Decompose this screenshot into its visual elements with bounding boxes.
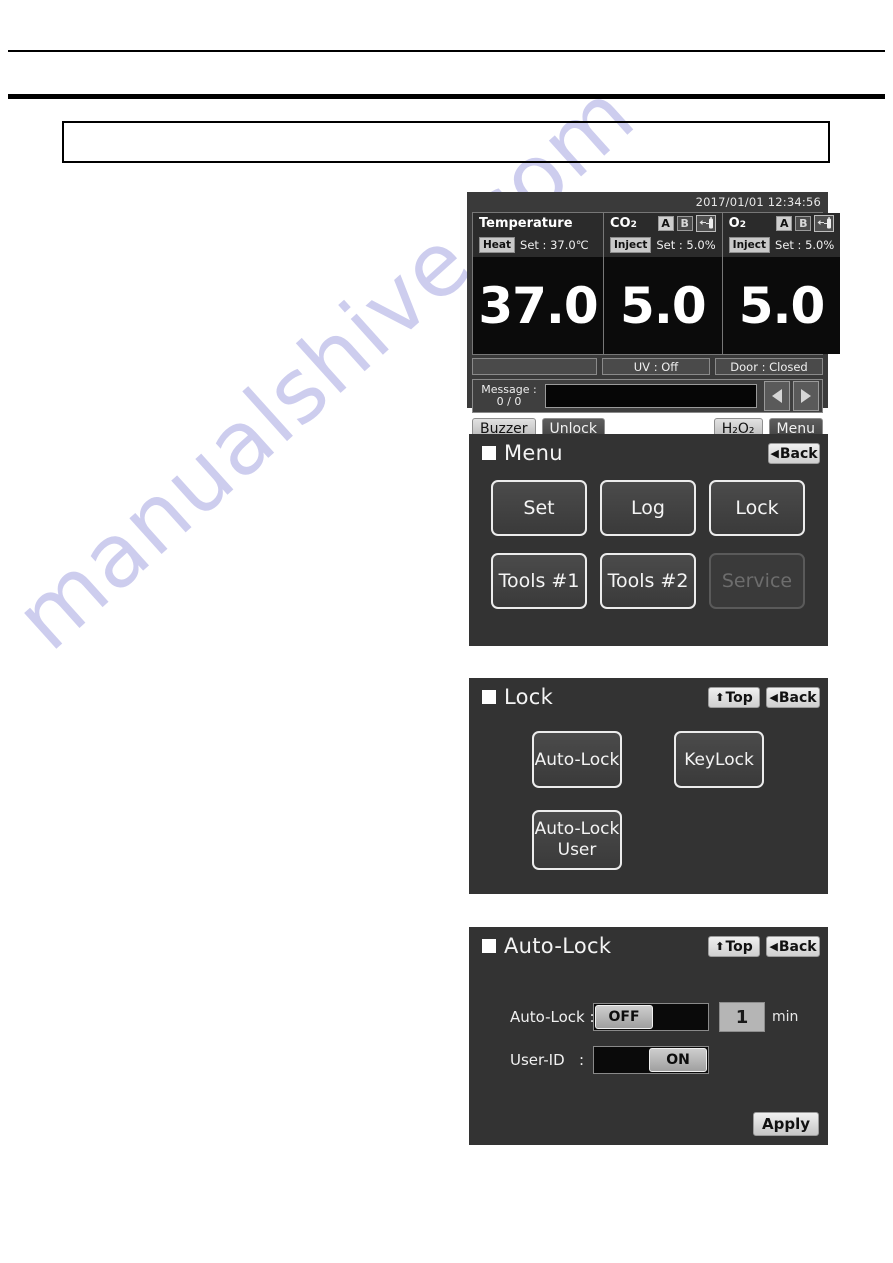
o2-name: O2 [728,216,746,231]
autolock-top-button[interactable]: ⬆ Top [708,936,760,957]
caret-right-icon [801,389,811,403]
readout-co2[interactable]: CO2 A B Inject Set: 5.0% 5.0 [604,213,723,354]
autolock-header: Auto-Lock ⬆ Top ◀ Back [469,927,828,965]
userid-toggle-knob[interactable]: ON [649,1048,707,1072]
co2-ab-group[interactable]: A B [657,215,716,232]
message-label-block: Message : 0 / 0 [473,384,545,408]
lock-back-button[interactable]: ◀ Back [766,687,820,708]
menu-item-set[interactable]: Set [491,480,587,536]
autolock-back-button[interactable]: ◀ Back [766,936,820,957]
autolock-toggle-knob[interactable]: OFF [595,1005,653,1029]
readout-temperature[interactable]: Temperature Heat Set : 37.0℃ 37.0 [473,213,604,354]
o2-value: 5.0 [738,276,826,335]
message-prev-button[interactable] [764,381,790,411]
menu-item-tools-2[interactable]: Tools #2 [600,553,696,609]
autolock-title-square-icon [482,939,496,953]
menu-header: Menu ◀ Back [469,434,828,472]
temperature-name: Temperature [479,216,573,231]
autolock-minutes-field[interactable]: 1 [719,1002,765,1032]
caret-left-icon: ◀ [770,447,779,460]
menu-title: Menu [504,441,563,465]
menu-back-button[interactable]: ◀ Back [768,443,820,464]
co2-cylinder-b-button[interactable]: B [676,216,693,231]
datetime-label: 2017/01/01 12:34:56 [695,195,821,209]
lock-item-auto-lock-user[interactable]: Auto-Lock User [532,810,622,870]
o2-gas-cylinder-switch-icon[interactable] [814,215,835,232]
autolock-minutes-unit: min [772,1009,799,1025]
message-count: 0 / 0 [496,395,522,408]
menu-item-service: Service [709,553,805,609]
section-title-box [62,121,830,163]
co2-value-area: 5.0 [604,257,722,354]
menu-item-log[interactable]: Log [600,480,696,536]
temperature-setpoint: Set : 37.0℃ [520,238,589,252]
autolock-toggle[interactable]: OFF [593,1003,709,1031]
autolock-screen-panel: Auto-Lock ⬆ Top ◀ Back Auto-Lock : OFF 1 m… [469,927,828,1145]
co2-header: CO2 A B Inject Set: 5.0% [604,213,722,257]
lock-title-square-icon [482,690,496,704]
menu-item-tools-1[interactable]: Tools #1 [491,553,587,609]
section-title-text [64,123,828,143]
status-cell-uv: UV : Off [602,358,710,375]
co2-setpoint: Set : 5.0% [656,238,716,252]
menu-screen-panel: Menu ◀ Back Set Log Lock Tools #1 Tools #… [469,434,828,646]
message-nav-buttons [761,381,819,411]
o2-header: O2 A B Inject Set: 5.0% [722,213,841,257]
userid-field-label: User-ID [510,1051,565,1069]
co2-mode-chip: Inject [610,237,652,253]
lock-item-auto-lock[interactable]: Auto-Lock [532,731,622,788]
message-next-button[interactable] [793,381,819,411]
status-cell-door: Door : Closed [715,358,823,375]
userid-field-separator: : [579,1051,585,1069]
auto-lock-user-line2: User [557,840,597,860]
status-screen-panel: 2017/01/01 12:34:56 Temperature Heat Set… [467,192,841,440]
readout-o2[interactable]: O2 A B Inject Set: 5.0% 5.0 [722,213,841,354]
lock-title: Lock [504,685,554,709]
o2-value-area: 5.0 [722,257,841,354]
menu-title-square-icon [482,446,496,460]
status-titlebar: 2017/01/01 12:34:56 [467,192,828,212]
temperature-value-area: 37.0 [473,257,603,354]
userid-toggle[interactable]: ON [593,1046,709,1074]
temperature-header: Temperature Heat Set : 37.0℃ [473,213,603,257]
o2-mode-chip: Inject [728,237,771,253]
co2-value: 5.0 [620,276,707,335]
status-cell-blank [472,358,597,375]
co2-name: CO2 [610,216,637,231]
auto-lock-user-line1: Auto-Lock [534,819,620,839]
o2-ab-group[interactable]: A B [776,215,835,232]
status-indicator-row: UV : Off Door : Closed [472,358,823,375]
co2-cylinder-a-button[interactable]: A [657,216,674,231]
temperature-value: 37.0 [478,276,598,335]
caret-left-icon: ◀ [769,940,778,953]
caret-left-icon [772,389,782,403]
o2-setpoint: Set : 5.0% [775,238,835,252]
arrow-up-icon: ⬆ [715,691,725,704]
menu-item-lock[interactable]: Lock [709,480,805,536]
temperature-mode-chip: Heat [479,237,516,253]
co2-gas-cylinder-switch-icon[interactable] [695,215,716,232]
o2-cylinder-a-button[interactable]: A [776,216,793,231]
gas-readout-row: Temperature Heat Set : 37.0℃ 37.0 CO2 A … [472,212,841,355]
arrow-up-icon: ⬆ [715,940,725,953]
autolock-title: Auto-Lock [504,934,612,958]
header-rule-thin [8,50,885,52]
message-field [545,384,757,408]
apply-button[interactable]: Apply [752,1112,819,1136]
caret-left-icon: ◀ [769,691,778,704]
lock-top-button[interactable]: ⬆ Top [708,687,760,708]
lock-item-keylock[interactable]: KeyLock [674,731,764,788]
autolock-field-label: Auto-Lock : [510,1008,595,1026]
o2-cylinder-b-button[interactable]: B [795,216,812,231]
lock-header: Lock ⬆ Top ◀ Back [469,678,828,716]
message-row: Message : 0 / 0 [472,379,823,413]
header-rule-thick [8,94,885,99]
lock-screen-panel: Lock ⬆ Top ◀ Back Auto-Lock KeyLock Auto-L… [469,678,828,894]
